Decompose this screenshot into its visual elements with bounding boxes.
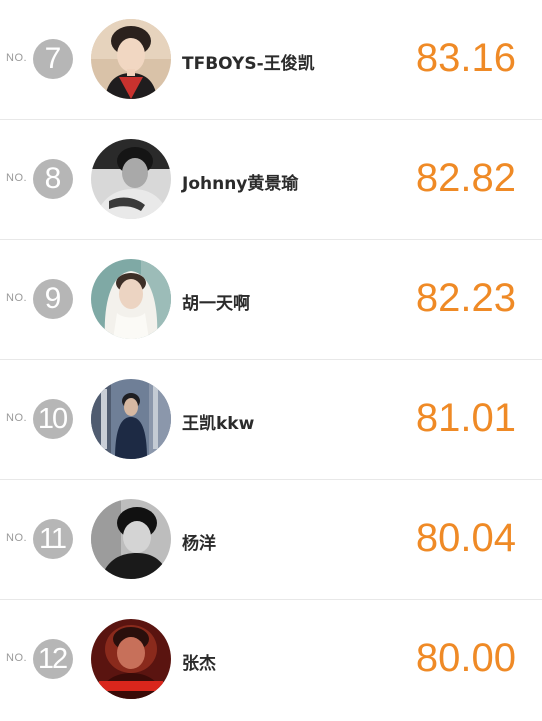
celebrity-name[interactable]: 王凯kkw xyxy=(182,409,254,434)
rank-badge: 8 xyxy=(33,159,73,199)
rank-prefix: NO. xyxy=(6,52,28,64)
avatar[interactable] xyxy=(91,499,171,579)
rank-prefix: NO. xyxy=(6,652,28,664)
ranking-row[interactable]: NO. 9 胡一天啊 82.23 xyxy=(0,240,542,360)
avatar[interactable] xyxy=(91,619,171,699)
ranking-row[interactable]: NO. 8 Johnny黄景瑜 82.82 xyxy=(0,120,542,240)
score-value: 82.82 xyxy=(415,156,516,200)
rank-badge: 10 xyxy=(33,399,73,439)
ranking-row[interactable]: NO. 7 TFBOYS-王俊凯 83.16 xyxy=(0,0,542,120)
celebrity-name[interactable]: Johnny黄景瑜 xyxy=(182,169,298,194)
ranking-row[interactable]: NO. 12 张杰 80.00 xyxy=(0,600,542,720)
score-value: 80.00 xyxy=(415,636,516,680)
score-value: 81.01 xyxy=(415,396,516,440)
score-value: 82.23 xyxy=(415,276,516,320)
avatar[interactable] xyxy=(91,259,171,339)
celebrity-name[interactable]: TFBOYS-王俊凯 xyxy=(182,49,315,74)
rank-prefix: NO. xyxy=(6,292,28,304)
rank-badge: 12 xyxy=(33,639,73,679)
celebrity-name[interactable]: 张杰 xyxy=(182,649,216,674)
rank-prefix: NO. xyxy=(6,532,28,544)
rank-badge: 9 xyxy=(33,279,73,319)
rank-badge: 11 xyxy=(33,519,73,559)
rank-prefix: NO. xyxy=(6,172,28,184)
avatar[interactable] xyxy=(91,19,171,99)
avatar[interactable] xyxy=(91,139,171,219)
celebrity-name[interactable]: 杨洋 xyxy=(182,529,216,554)
score-value: 80.04 xyxy=(415,516,516,560)
ranking-row[interactable]: NO. 11 杨洋 80.04 xyxy=(0,480,542,600)
ranking-list: NO. 7 TFBOYS-王俊凯 83.16 NO. 8 Johnny黄景瑜 8… xyxy=(0,0,542,721)
celebrity-name[interactable]: 胡一天啊 xyxy=(182,289,250,314)
avatar[interactable] xyxy=(91,379,171,459)
rank-prefix: NO. xyxy=(6,412,28,424)
score-value: 83.16 xyxy=(415,36,516,80)
rank-badge: 7 xyxy=(33,39,73,79)
ranking-row[interactable]: NO. 10 王凯kkw 81.01 xyxy=(0,360,542,480)
